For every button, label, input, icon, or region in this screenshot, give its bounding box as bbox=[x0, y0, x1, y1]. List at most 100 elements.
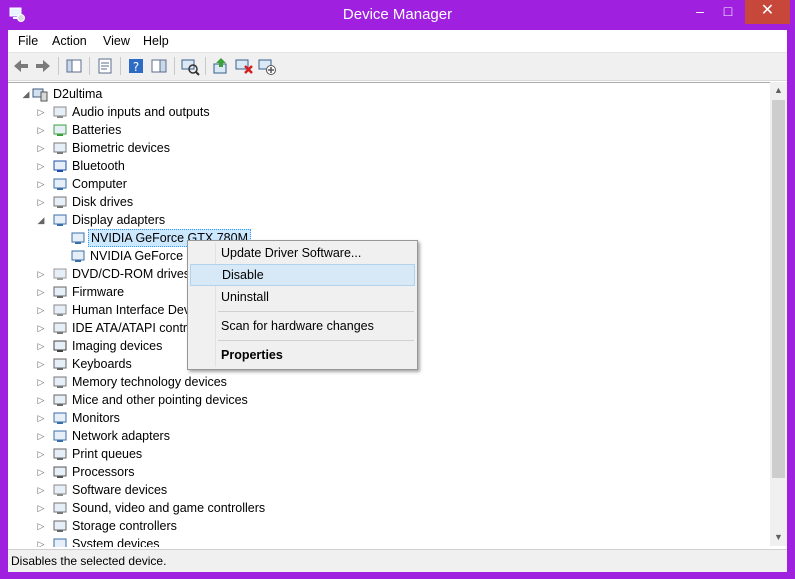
toolbar-separator bbox=[120, 57, 121, 75]
expand-arrow-icon[interactable]: ▷ bbox=[36, 517, 46, 535]
tree-category[interactable]: ▷ Processors bbox=[8, 463, 748, 481]
tree-category[interactable]: ▷ Storage controllers bbox=[8, 517, 748, 535]
expand-arrow-icon[interactable]: ▷ bbox=[36, 427, 46, 445]
tree-root[interactable]: ◢ D2ultima bbox=[8, 85, 748, 103]
uninstall-menu-item[interactable]: Uninstall bbox=[190, 286, 415, 308]
expand-arrow-icon[interactable]: ▷ bbox=[36, 337, 46, 355]
camera-icon bbox=[53, 340, 67, 352]
expand-arrow-icon[interactable]: ▷ bbox=[36, 319, 46, 337]
expand-arrow-icon[interactable]: ▷ bbox=[36, 463, 46, 481]
scroll-down-icon[interactable]: ▼ bbox=[770, 529, 787, 546]
tree-item-label: Biometric devices bbox=[72, 141, 170, 155]
menu-action[interactable]: Action bbox=[52, 34, 87, 48]
expand-arrow-icon[interactable]: ▷ bbox=[36, 355, 46, 373]
expand-arrow-icon[interactable]: ▷ bbox=[36, 481, 46, 499]
tree-category[interactable]: ◢ Display adapters bbox=[8, 211, 748, 229]
menu-help[interactable]: Help bbox=[143, 34, 169, 48]
collapse-arrow-icon[interactable]: ◢ bbox=[36, 211, 46, 229]
tree-category[interactable]: ▷ Sound, video and game controllers bbox=[8, 499, 748, 517]
expand-arrow-icon[interactable]: ▷ bbox=[36, 157, 46, 175]
status-bar: Disables the selected device. bbox=[8, 549, 787, 572]
keyboard-icon bbox=[53, 358, 67, 370]
maximize-button[interactable]: □ bbox=[714, 0, 742, 24]
sound-icon bbox=[53, 502, 67, 514]
display-adapter-icon bbox=[53, 214, 67, 226]
properties-icon[interactable] bbox=[95, 56, 115, 76]
expand-arrow-icon[interactable]: ▷ bbox=[36, 499, 46, 517]
tree-category[interactable]: ▷ Memory technology devices bbox=[8, 373, 748, 391]
tree-item-label: Imaging devices bbox=[72, 339, 163, 353]
menu-view[interactable]: View bbox=[103, 34, 130, 48]
minimize-button[interactable]: – bbox=[686, 0, 714, 24]
menu-file[interactable]: File bbox=[18, 34, 38, 48]
context-menu: Update Driver Software... Disable Uninst… bbox=[187, 240, 418, 370]
tree-item-label: Monitors bbox=[72, 411, 120, 425]
properties-menu-item[interactable]: Properties bbox=[190, 344, 415, 366]
tree-item-label: Firmware bbox=[72, 285, 125, 299]
tree-category[interactable]: ▷ System devices bbox=[8, 535, 748, 547]
close-button[interactable]: ✕ bbox=[745, 0, 790, 24]
update-driver-menu-item[interactable]: Update Driver Software... bbox=[190, 242, 415, 264]
tree-category[interactable]: ▷ Print queues bbox=[8, 445, 748, 463]
expand-arrow-icon[interactable]: ▷ bbox=[36, 301, 46, 319]
expand-arrow-icon[interactable]: ▷ bbox=[36, 175, 46, 193]
expand-arrow-icon[interactable]: ▷ bbox=[36, 193, 46, 211]
system-icon bbox=[53, 538, 67, 547]
title-bar[interactable]: Device Manager – □ ✕ bbox=[0, 0, 795, 30]
expand-arrow-icon[interactable]: ▷ bbox=[36, 139, 46, 157]
tree-category[interactable]: ▷ Software devices bbox=[8, 481, 748, 499]
ide-icon bbox=[53, 322, 67, 334]
vertical-scrollbar[interactable]: ▲ ▼ bbox=[770, 82, 787, 546]
tree-item-label: DVD/CD-ROM drives bbox=[72, 267, 191, 281]
tree-category[interactable]: ▷ Monitors bbox=[8, 409, 748, 427]
scan-hardware-icon[interactable] bbox=[180, 56, 200, 76]
toolbar-separator bbox=[89, 57, 90, 75]
processor-icon bbox=[53, 466, 67, 478]
tree-category[interactable]: ▷ Biometric devices bbox=[8, 139, 748, 157]
scroll-up-icon[interactable]: ▲ bbox=[770, 82, 787, 99]
gpu-icon bbox=[71, 232, 85, 244]
disable-menu-item[interactable]: Disable bbox=[190, 264, 415, 286]
expand-arrow-icon[interactable]: ▷ bbox=[36, 535, 46, 547]
toolbar-separator bbox=[205, 57, 206, 75]
network-icon bbox=[53, 430, 67, 442]
expand-arrow-icon[interactable]: ▷ bbox=[36, 103, 46, 121]
expand-arrow-icon[interactable]: ▷ bbox=[36, 121, 46, 139]
disable-device-icon[interactable] bbox=[257, 56, 277, 76]
speaker-icon bbox=[53, 106, 67, 118]
tree-category[interactable]: ▷ Batteries bbox=[8, 121, 748, 139]
forward-icon[interactable] bbox=[33, 56, 53, 76]
computer-icon bbox=[53, 178, 67, 190]
scrollbar-thumb[interactable] bbox=[772, 100, 785, 478]
menu-separator bbox=[218, 311, 414, 312]
tree-item-label: Network adapters bbox=[72, 429, 170, 443]
show-hide-console-tree-icon[interactable] bbox=[64, 56, 84, 76]
expand-arrow-icon[interactable]: ▷ bbox=[36, 283, 46, 301]
tree-category[interactable]: ▷ Disk drives bbox=[8, 193, 748, 211]
scan-hardware-menu-item[interactable]: Scan for hardware changes bbox=[190, 315, 415, 337]
back-icon[interactable] bbox=[11, 56, 31, 76]
bluetooth-icon bbox=[53, 160, 67, 172]
expand-arrow-icon[interactable]: ▷ bbox=[36, 373, 46, 391]
tree-category[interactable]: ▷ Network adapters bbox=[8, 427, 748, 445]
expand-arrow-icon[interactable]: ▷ bbox=[36, 445, 46, 463]
status-text: Disables the selected device. bbox=[11, 554, 167, 568]
menu-bar: File Action View Help bbox=[8, 30, 787, 53]
collapse-arrow-icon[interactable]: ◢ bbox=[21, 85, 31, 103]
memory-icon bbox=[53, 376, 67, 388]
tree-category[interactable]: ▷ Mice and other pointing devices bbox=[8, 391, 748, 409]
tree-item-label: Storage controllers bbox=[72, 519, 177, 533]
tree-category[interactable]: ▷ Computer bbox=[8, 175, 748, 193]
help-icon[interactable]: ? bbox=[126, 56, 146, 76]
tree-category[interactable]: ▷ Bluetooth bbox=[8, 157, 748, 175]
tree-category[interactable]: ▷ Audio inputs and outputs bbox=[8, 103, 748, 121]
expand-arrow-icon[interactable]: ▷ bbox=[36, 265, 46, 283]
tree-item-label: Computer bbox=[72, 177, 127, 191]
tree-item-label: Processors bbox=[72, 465, 135, 479]
expand-arrow-icon[interactable]: ▷ bbox=[36, 409, 46, 427]
uninstall-device-icon[interactable] bbox=[234, 56, 254, 76]
update-driver-icon[interactable] bbox=[211, 56, 231, 76]
expand-arrow-icon[interactable]: ▷ bbox=[36, 391, 46, 409]
svg-text:?: ? bbox=[133, 60, 139, 74]
action-pane-icon[interactable] bbox=[149, 56, 169, 76]
